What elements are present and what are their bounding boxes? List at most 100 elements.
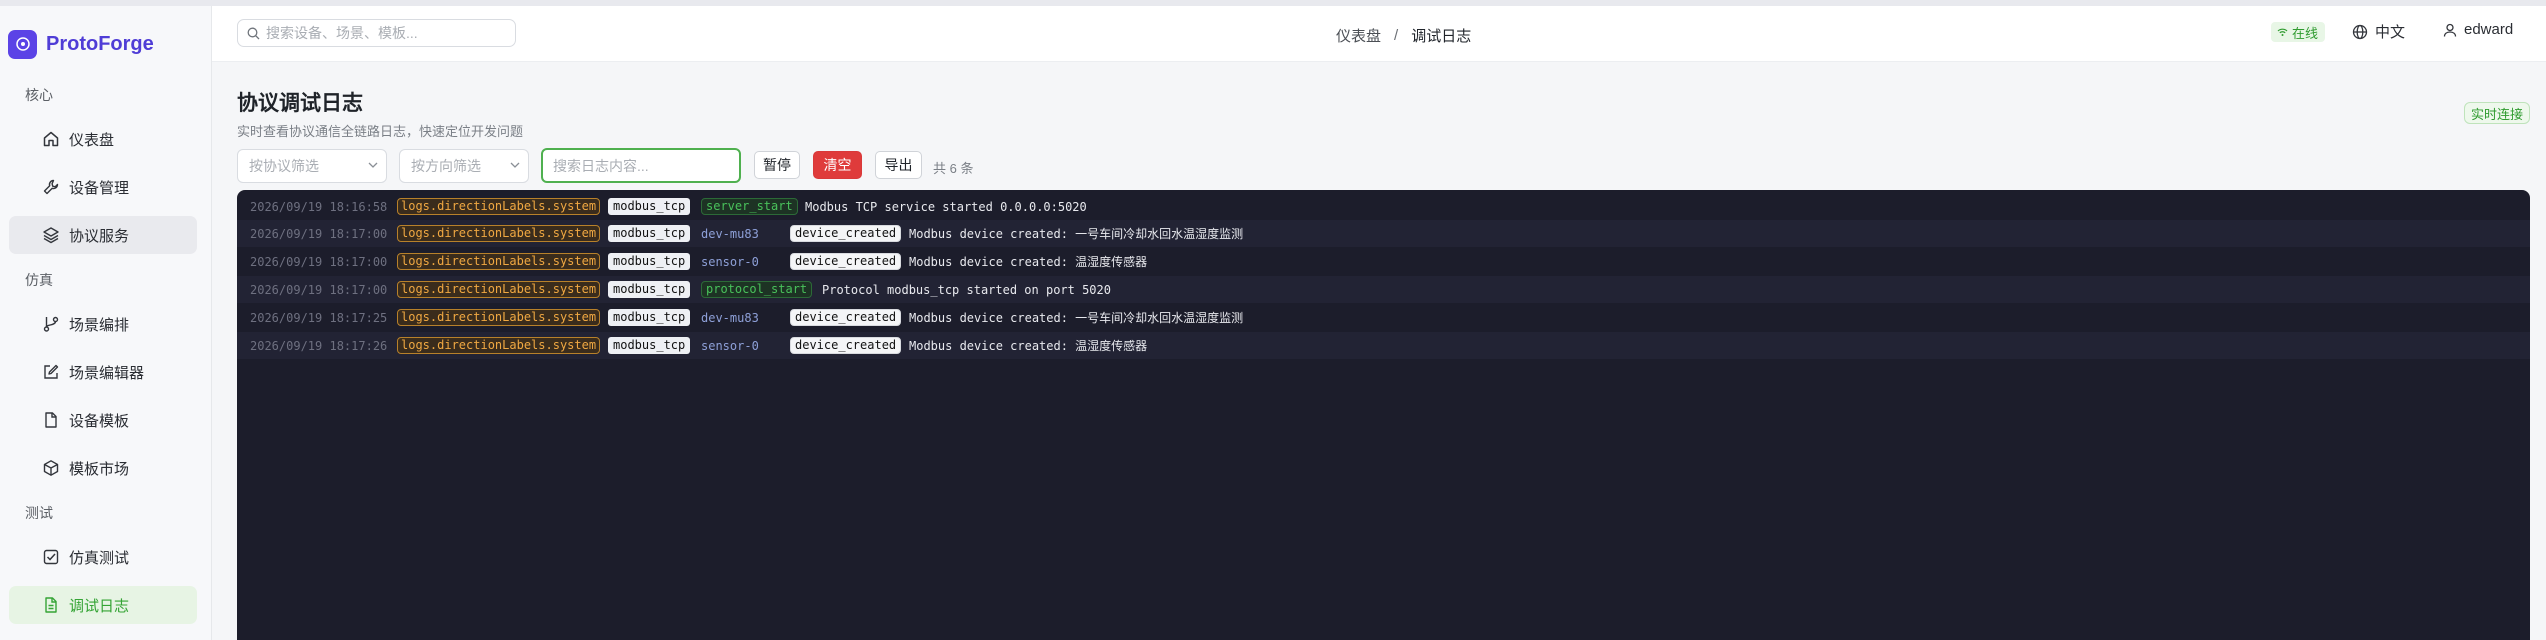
log-search-input[interactable]: [553, 157, 728, 174]
page-subtitle: 实时查看协议通信全链路日志，快速定位开发问题: [237, 124, 524, 139]
log-device-id: sensor-0: [701, 254, 759, 269]
section-label-simulation: 仿真: [25, 272, 53, 288]
branch-icon: [43, 316, 59, 332]
app-name: ProtoForge: [46, 32, 154, 55]
log-direction-tag: logs.directionLabels.system: [397, 253, 601, 270]
log-event-tag: device_created: [790, 309, 902, 326]
log-message: Modbus device created: 一号车间冷却水回水温湿度监测: [909, 311, 1244, 325]
sidebar-item-label: 模板市场: [69, 460, 130, 478]
connection-status-badge: 在线: [2271, 22, 2326, 42]
user-menu[interactable]: edward: [2443, 21, 2513, 38]
app-logo-icon: [8, 29, 37, 59]
sidebar-item-device-templates[interactable]: 设备模板: [9, 401, 197, 439]
log-row[interactable]: 2026/09/19 18:17:00 logs.directionLabels…: [237, 276, 2530, 303]
wrench-icon: [43, 179, 59, 195]
edit-icon: [44, 364, 59, 379]
language-label: 中文: [2375, 24, 2406, 41]
breadcrumb-dashboard[interactable]: 仪表盘: [1336, 25, 1381, 46]
sidebar-item-label: 调试日志: [69, 597, 130, 615]
log-timestamp: 2026/09/19 18:17:26: [250, 338, 388, 353]
log-row[interactable]: 2026/09/19 18:17:25 logs.directionLabels…: [237, 304, 2530, 331]
document-icon: [45, 597, 57, 613]
box-icon: [43, 460, 59, 476]
log-message: Modbus device created: 温湿度传感器: [909, 339, 1148, 353]
log-timestamp: 2026/09/19 18:17:00: [250, 226, 388, 241]
log-message: Modbus TCP service started 0.0.0.0:5020: [805, 199, 1087, 214]
log-direction-tag: logs.directionLabels.system: [397, 198, 601, 215]
log-message: Modbus device created: 温湿度传感器: [909, 255, 1148, 269]
log-protocol-tag: modbus_tcp: [608, 337, 691, 354]
log-device-id: sensor-0: [701, 338, 759, 353]
pause-button[interactable]: 暂停: [754, 151, 800, 179]
globe-icon: [2352, 24, 2368, 39]
log-direction-tag: logs.directionLabels.system: [397, 225, 601, 242]
sidebar-item-label: 仪表盘: [69, 131, 115, 149]
page-title: 协议调试日志: [237, 92, 363, 115]
log-protocol-tag: modbus_tcp: [608, 309, 691, 326]
direction-filter-select[interactable]: 按方向筛选: [399, 149, 529, 183]
global-search[interactable]: [237, 19, 516, 47]
breadcrumb: 仪表盘 / 调试日志: [1336, 25, 1471, 46]
log-device-id: dev-mu83: [701, 310, 759, 325]
sidebar-item-label: 协议服务: [69, 227, 130, 245]
sidebar-item-debug-logs[interactable]: 调试日志: [9, 586, 197, 624]
file-icon: [45, 412, 57, 428]
chevron-down-icon: [510, 162, 520, 168]
sidebar-item-label: 设备模板: [69, 412, 130, 430]
log-protocol-tag: modbus_tcp: [608, 198, 691, 215]
log-direction-tag: logs.directionLabels.system: [397, 281, 601, 298]
user-name: edward: [2464, 21, 2514, 38]
export-button[interactable]: 导出: [875, 151, 922, 179]
log-event-tag: server_start: [701, 198, 798, 215]
brand[interactable]: ProtoForge: [8, 26, 154, 62]
log-event-tag: device_created: [790, 225, 902, 242]
log-protocol-tag: modbus_tcp: [608, 253, 691, 270]
sidebar-item-protocol-services[interactable]: 协议服务: [9, 216, 197, 254]
log-direction-tag: logs.directionLabels.system: [397, 309, 601, 326]
protocol-filter-select[interactable]: 按协议筛选: [237, 149, 387, 183]
sidebar-item-simulation-test[interactable]: 仿真测试: [9, 538, 197, 576]
log-protocol-tag: modbus_tcp: [608, 281, 691, 298]
top-header: 仪表盘 / 调试日志 在线 中文 edward: [212, 6, 2546, 62]
user-icon: [2443, 23, 2457, 37]
connection-status-text: 在线: [2292, 25, 2319, 41]
sidebar: ProtoForge 核心 仪表盘 设备管理 协议服务 仿真 场景编排 场景编辑…: [0, 6, 212, 640]
global-search-input[interactable]: [266, 25, 506, 41]
log-event-tag: protocol_start: [701, 281, 813, 298]
sidebar-item-device-management[interactable]: 设备管理: [9, 168, 197, 206]
search-icon: [247, 27, 260, 40]
log-row[interactable]: 2026/09/19 18:16:58 logs.directionLabels…: [237, 193, 2530, 220]
live-connection-badge: 实时连接: [2464, 102, 2531, 124]
log-row[interactable]: 2026/09/19 18:17:00 logs.directionLabels…: [237, 248, 2530, 275]
sidebar-item-scenario-editor[interactable]: 场景编辑器: [9, 353, 197, 391]
log-direction-tag: logs.directionLabels.system: [397, 337, 601, 354]
log-message: Protocol modbus_tcp started on port 5020: [822, 282, 1111, 297]
log-event-tag: device_created: [790, 253, 902, 270]
log-timestamp: 2026/09/19 18:17:00: [250, 254, 388, 269]
protocol-filter-placeholder: 按协议筛选: [249, 158, 319, 174]
log-search-field[interactable]: [541, 148, 741, 183]
sidebar-item-label: 场景编排: [69, 316, 130, 334]
log-message: Modbus device created: 一号车间冷却水回水温湿度监测: [909, 227, 1244, 241]
log-timestamp: 2026/09/19 18:17:00: [250, 282, 388, 297]
sidebar-item-template-market[interactable]: 模板市场: [9, 449, 197, 487]
log-console[interactable]: 2026/09/19 18:16:58 logs.directionLabels…: [237, 190, 2530, 640]
sidebar-item-scenario-orchestration[interactable]: 场景编排: [9, 305, 197, 343]
log-row[interactable]: 2026/09/19 18:17:26 logs.directionLabels…: [237, 332, 2530, 359]
log-row[interactable]: 2026/09/19 18:17:00 logs.directionLabels…: [237, 220, 2530, 247]
sidebar-item-label: 场景编辑器: [69, 364, 145, 382]
section-label-testing: 测试: [25, 505, 53, 521]
log-timestamp: 2026/09/19 18:16:58: [250, 199, 388, 214]
log-event-tag: device_created: [790, 337, 902, 354]
section-label-core: 核心: [25, 87, 53, 103]
clear-button[interactable]: 清空: [813, 151, 862, 179]
layers-icon: [43, 227, 59, 244]
home-icon: [43, 131, 59, 147]
language-switcher[interactable]: 中文: [2352, 21, 2405, 42]
log-count: 共 6 条: [933, 161, 974, 176]
log-timestamp: 2026/09/19 18:17:25: [250, 310, 388, 325]
checkbox-icon: [43, 549, 59, 565]
wifi-icon: [2277, 28, 2288, 36]
sidebar-item-dashboard[interactable]: 仪表盘: [9, 120, 197, 158]
sidebar-item-label: 设备管理: [69, 179, 130, 197]
